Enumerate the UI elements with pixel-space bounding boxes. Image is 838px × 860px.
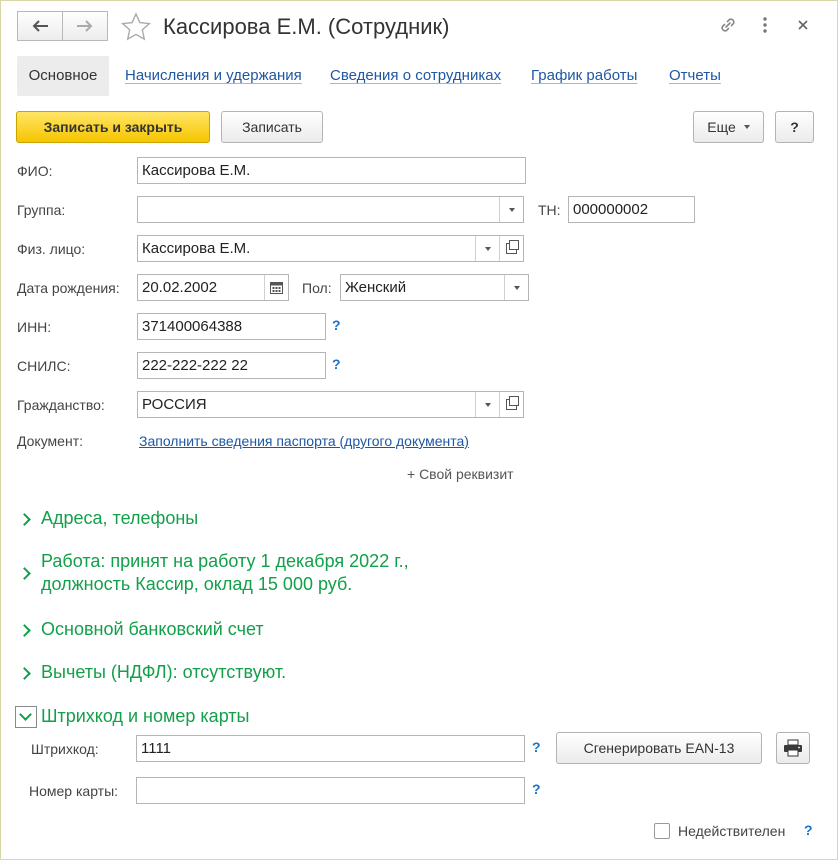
section-work-line2: должность Кассир, оклад 15 000 руб.: [41, 574, 353, 594]
star-icon[interactable]: [120, 11, 152, 43]
calendar-button[interactable]: [264, 275, 288, 300]
person-dropdown-button[interactable]: [475, 236, 499, 261]
fill-passport-link[interactable]: Заполнить сведения паспорта (другого док…: [139, 432, 469, 450]
invalid-label: Недействителен: [678, 823, 786, 839]
section-work-line1: Работа: принят на работу 1 декабря 2022 …: [41, 551, 409, 571]
help-button[interactable]: ?: [775, 111, 814, 143]
person-open-button[interactable]: [499, 236, 523, 261]
tn-field[interactable]: 000000002: [568, 196, 695, 223]
citizenship-label: Гражданство:: [17, 397, 105, 413]
birth-label: Дата рождения:: [17, 280, 120, 296]
invalid-help-icon[interactable]: ?: [804, 822, 813, 838]
chevron-down-icon: [743, 125, 750, 129]
citizenship-field[interactable]: РОССИЯ: [137, 391, 524, 418]
link-icon[interactable]: [717, 14, 739, 36]
snils-help-icon[interactable]: ?: [332, 356, 341, 372]
collapse-toggle[interactable]: [15, 706, 37, 729]
arrow-right-icon: [77, 20, 93, 32]
tn-label: ТН:: [538, 202, 561, 218]
birth-field[interactable]: 20.02.2002: [137, 274, 289, 301]
section-barcode[interactable]: Штрихкод и номер карты: [15, 705, 250, 729]
chevron-down-icon: [484, 246, 491, 251]
open-icon: [506, 240, 519, 254]
tab-main[interactable]: Основное: [17, 56, 109, 96]
snils-label: СНИЛС:: [17, 358, 71, 374]
card-number-label: Номер карты:: [29, 783, 119, 799]
gender-label: Пол:: [302, 280, 332, 296]
fio-field[interactable]: Кассирова Е.М.: [137, 157, 526, 184]
gender-select[interactable]: Женский: [340, 274, 529, 301]
section-bank[interactable]: Основной банковский счет: [18, 618, 264, 641]
arrow-left-icon: [32, 20, 48, 32]
group-label: Группа:: [17, 202, 66, 218]
section-addresses[interactable]: Адреса, телефоны: [18, 507, 198, 530]
chevron-right-icon: [18, 667, 31, 680]
close-icon[interactable]: [795, 17, 811, 33]
save-button[interactable]: Записать: [221, 111, 323, 143]
snils-field[interactable]: 222-222-222 22: [137, 352, 326, 379]
inn-field[interactable]: 371400064388: [137, 313, 326, 340]
more-vert-icon[interactable]: [757, 14, 773, 36]
printer-icon: [784, 739, 802, 757]
print-button[interactable]: [776, 732, 810, 764]
open-icon: [506, 396, 519, 410]
person-field[interactable]: Кассирова Е.М.: [137, 235, 524, 262]
back-button[interactable]: [17, 11, 63, 41]
chevron-down-icon: [484, 402, 491, 407]
generate-ean13-button[interactable]: Сгенерировать EAN-13: [556, 732, 762, 764]
group-dropdown-button[interactable]: [499, 197, 523, 222]
inn-help-icon[interactable]: ?: [332, 317, 341, 333]
chevron-down-icon: [508, 207, 515, 212]
section-deductions[interactable]: Вычеты (НДФЛ): отсутствуют.: [18, 661, 286, 684]
section-work[interactable]: Работа: принят на работу 1 декабря 2022 …: [18, 550, 409, 596]
citizenship-open-button[interactable]: [499, 392, 523, 417]
card-number-field[interactable]: [136, 777, 525, 804]
citizenship-dropdown-button[interactable]: [475, 392, 499, 417]
forward-button[interactable]: [62, 11, 108, 41]
person-label: Физ. лицо:: [17, 241, 86, 257]
add-own-attribute-link[interactable]: + Свой реквизит: [407, 465, 514, 483]
calendar-icon: [270, 282, 283, 294]
invalid-checkbox[interactable]: [654, 823, 670, 839]
barcode-help-icon[interactable]: ?: [532, 739, 541, 755]
chevron-down-icon: [19, 708, 32, 722]
fio-label: ФИО:: [17, 163, 53, 179]
chevron-right-icon: [18, 566, 31, 580]
window-title: Кассирова Е.М. (Сотрудник): [163, 14, 450, 39]
inn-label: ИНН:: [17, 319, 52, 335]
more-button[interactable]: Еще: [693, 111, 764, 143]
barcode-field[interactable]: 1111: [136, 735, 525, 762]
tab-reports[interactable]: Отчеты: [669, 66, 721, 86]
chevron-right-icon: [18, 624, 31, 637]
document-label: Документ:: [17, 433, 83, 449]
tab-employee-info[interactable]: Сведения о сотрудниках: [330, 66, 501, 86]
chevron-right-icon: [18, 513, 31, 526]
tab-schedule[interactable]: График работы: [531, 66, 637, 86]
gender-dropdown-button[interactable]: [504, 275, 528, 300]
tab-accruals[interactable]: Начисления и удержания: [125, 66, 302, 86]
save-close-button[interactable]: Записать и закрыть: [16, 111, 210, 143]
group-field[interactable]: [137, 196, 524, 223]
barcode-label: Штрихкод:: [31, 741, 99, 757]
chevron-down-icon: [513, 285, 520, 290]
card-help-icon[interactable]: ?: [532, 781, 541, 797]
